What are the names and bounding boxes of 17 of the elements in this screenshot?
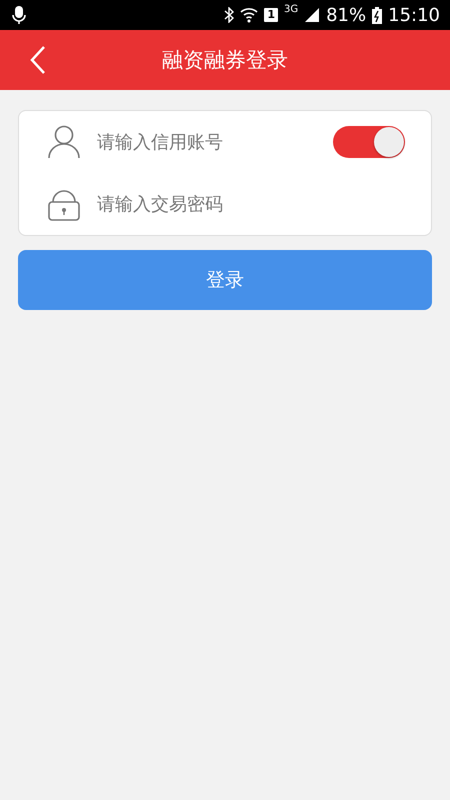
- signal-icon: [304, 7, 320, 23]
- account-input[interactable]: 请输入信用账号: [95, 130, 319, 154]
- network-type: 3G: [284, 4, 298, 15]
- user-icon: [47, 125, 81, 159]
- password-input[interactable]: 请输入交易密码: [95, 192, 405, 216]
- back-icon[interactable]: [30, 45, 46, 75]
- bluetooth-icon: [224, 7, 234, 23]
- sim-icon: 1: [264, 8, 278, 22]
- page-title: 融资融券登录: [162, 47, 288, 74]
- battery-percent: 81%: [326, 4, 366, 26]
- battery-icon: [372, 6, 382, 24]
- microphone-icon: [12, 5, 26, 25]
- wifi-icon: [240, 7, 258, 23]
- lock-icon: [47, 187, 81, 221]
- clock: 15:10: [388, 4, 440, 26]
- remember-toggle[interactable]: [333, 126, 405, 158]
- login-button[interactable]: 登录: [18, 250, 432, 310]
